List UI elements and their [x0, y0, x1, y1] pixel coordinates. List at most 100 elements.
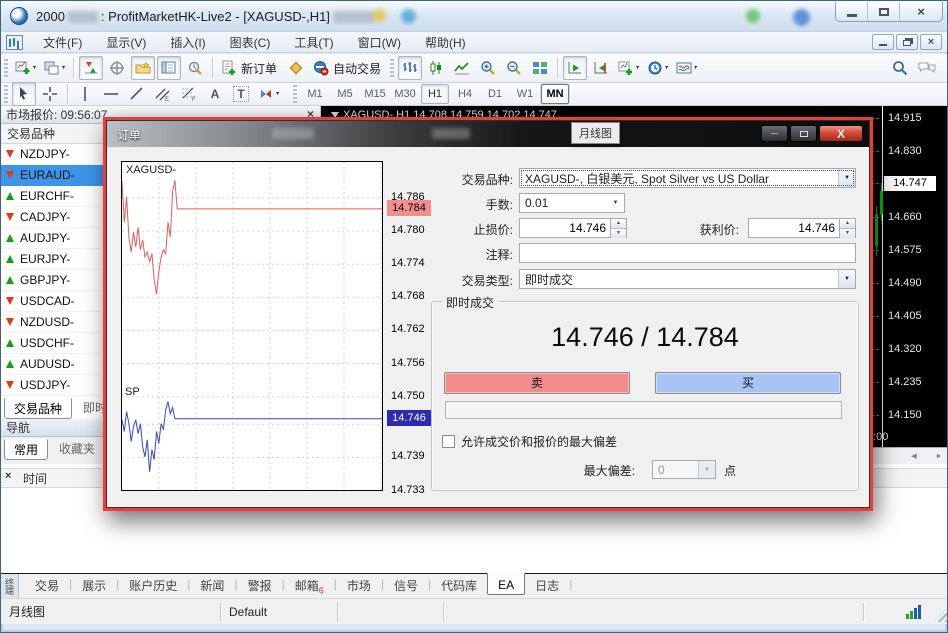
- timeframe-w1-button[interactable]: W1: [511, 84, 539, 104]
- chart-shift-button[interactable]: [589, 56, 613, 80]
- dialog-minimize-button[interactable]: —: [761, 125, 788, 142]
- tab-code-base[interactable]: 代码库: [431, 574, 487, 596]
- spin-up-icon[interactable]: ▲: [840, 219, 855, 229]
- channel-tool-button[interactable]: E: [151, 82, 175, 106]
- vertical-line-tool-button[interactable]: [73, 82, 97, 106]
- menu-tools[interactable]: 工具(T): [282, 32, 345, 53]
- timeframe-m5-button[interactable]: M5: [331, 84, 359, 104]
- maximize-button[interactable]: [868, 2, 900, 21]
- templates-button[interactable]: ▾: [673, 56, 700, 80]
- max-deviation-combobox[interactable]: 0 ▼: [652, 460, 716, 479]
- tab-news[interactable]: 新闻: [190, 574, 234, 596]
- panel-grip[interactable]: 终端: [1, 574, 19, 598]
- terminal-toggle-button[interactable]: [157, 56, 181, 80]
- sell-button[interactable]: 卖: [444, 372, 630, 394]
- toolbar-grip[interactable]: [4, 59, 8, 77]
- mdi-close-button[interactable]: ×: [920, 34, 942, 50]
- strategy-tester-button[interactable]: [183, 56, 207, 80]
- profiles-button[interactable]: ▾: [41, 56, 68, 80]
- metaeditor-button[interactable]: [284, 56, 308, 80]
- arrange-windows-button[interactable]: [528, 56, 552, 80]
- menu-insert[interactable]: 插入(I): [158, 32, 217, 53]
- status-profile[interactable]: Default: [221, 603, 338, 621]
- cursor-tool-button[interactable]: [12, 82, 36, 106]
- tab-mailbox[interactable]: 邮箱6: [285, 574, 334, 597]
- toolbar-grip[interactable]: [293, 85, 297, 103]
- navigator-toggle-button[interactable]: [131, 56, 155, 80]
- minimize-button[interactable]: [836, 2, 868, 21]
- fibonacci-tool-button[interactable]: F: [177, 82, 201, 106]
- tab-signals[interactable]: 信号: [384, 574, 428, 596]
- candlestick-chart-button[interactable]: [424, 56, 448, 80]
- autotrading-button[interactable]: 自动交易: [310, 56, 386, 80]
- symbol-combobox[interactable]: XAGUSD-, 白银美元, Spot Silver vs US Dollar …: [519, 168, 856, 188]
- timeframe-d1-button[interactable]: D1: [481, 84, 509, 104]
- menu-window[interactable]: 窗口(W): [346, 32, 413, 53]
- new-chart-button[interactable]: ▾: [12, 56, 39, 80]
- resize-grip[interactable]: [933, 608, 947, 622]
- chart-window-icon[interactable]: [6, 35, 23, 50]
- timeframe-mn-button[interactable]: MN: [541, 84, 569, 104]
- toolbar-grip[interactable]: [390, 59, 394, 77]
- tab-favorites[interactable]: 收藏夹: [50, 439, 104, 458]
- crosshair-tool-button[interactable]: [38, 82, 62, 106]
- search-button[interactable]: [888, 56, 912, 80]
- tab-trade[interactable]: 交易: [25, 574, 69, 596]
- market-watch-toggle-button[interactable]: [79, 56, 103, 80]
- tab-exposure[interactable]: 展示: [72, 574, 116, 596]
- timeframe-m1-button[interactable]: M1: [301, 84, 329, 104]
- timeframe-m30-button[interactable]: M30: [391, 84, 419, 104]
- scroll-left-icon[interactable]: ◀: [906, 451, 922, 462]
- dialog-close-button[interactable]: X: [819, 125, 863, 142]
- tab-alerts[interactable]: 警报: [238, 574, 282, 596]
- timeframe-h1-button[interactable]: H1: [421, 84, 449, 104]
- close-button[interactable]: ×: [900, 2, 942, 21]
- timeframe-m15-button[interactable]: M15: [361, 84, 389, 104]
- tab-journal[interactable]: 日志: [525, 574, 569, 596]
- menu-view[interactable]: 显示(V): [94, 32, 158, 53]
- spin-down-icon[interactable]: ▼: [840, 229, 855, 238]
- arrows-tool-button[interactable]: ▾: [255, 82, 282, 106]
- menu-charts[interactable]: 图表(C): [218, 32, 283, 53]
- mdi-restore-button[interactable]: [896, 34, 918, 50]
- text-label-tool-button[interactable]: T: [229, 82, 253, 106]
- comment-input[interactable]: [520, 246, 855, 260]
- new-order-button[interactable]: 新订单: [218, 56, 282, 80]
- mdi-minimize-button[interactable]: [872, 34, 894, 50]
- order-dialog-titlebar[interactable]: 订单 — X: [107, 121, 869, 147]
- text-tool-button[interactable]: A: [203, 82, 227, 106]
- take-profit-spinner[interactable]: ▲▼: [748, 218, 856, 238]
- volume-combobox[interactable]: 0.01 ▼: [519, 193, 625, 213]
- line-chart-button[interactable]: [450, 56, 474, 80]
- comment-field[interactable]: [519, 243, 856, 263]
- chevron-down-icon[interactable]: ▼: [607, 194, 624, 212]
- dialog-maximize-button[interactable]: [790, 125, 817, 142]
- tab-account-history[interactable]: 账户历史: [119, 574, 187, 596]
- periods-button[interactable]: ▾: [644, 56, 671, 80]
- spin-up-icon[interactable]: ▲: [611, 219, 626, 229]
- menu-help[interactable]: 帮助(H): [413, 32, 478, 53]
- trendline-tool-button[interactable]: [125, 82, 149, 106]
- close-icon[interactable]: ×: [5, 470, 11, 482]
- deviation-checkbox[interactable]: [442, 435, 455, 448]
- indicators-button[interactable]: ▾: [615, 56, 642, 80]
- order-type-combobox[interactable]: 即时成交 ▼: [519, 269, 856, 289]
- stop-loss-input[interactable]: [520, 221, 610, 235]
- horizontal-line-tool-button[interactable]: [99, 82, 123, 106]
- tab-common[interactable]: 常用: [4, 439, 48, 460]
- spin-down-icon[interactable]: ▼: [611, 229, 626, 238]
- chevron-down-icon[interactable]: ▼: [838, 270, 855, 288]
- menu-file[interactable]: 文件(F): [31, 32, 94, 53]
- toolbar-grip[interactable]: [4, 85, 8, 103]
- bar-chart-button[interactable]: [398, 56, 422, 80]
- timeframe-h4-button[interactable]: H4: [451, 84, 479, 104]
- scroll-right-icon[interactable]: ►: [931, 451, 947, 462]
- auto-scroll-button[interactable]: [563, 56, 587, 80]
- take-profit-input[interactable]: [749, 221, 839, 235]
- tab-ea[interactable]: EA: [487, 573, 525, 595]
- zoom-in-button[interactable]: [476, 56, 500, 80]
- chat-button[interactable]: [914, 56, 938, 80]
- chevron-down-icon[interactable]: ▼: [838, 169, 855, 187]
- zoom-out-button[interactable]: [502, 56, 526, 80]
- data-window-button[interactable]: [105, 56, 129, 80]
